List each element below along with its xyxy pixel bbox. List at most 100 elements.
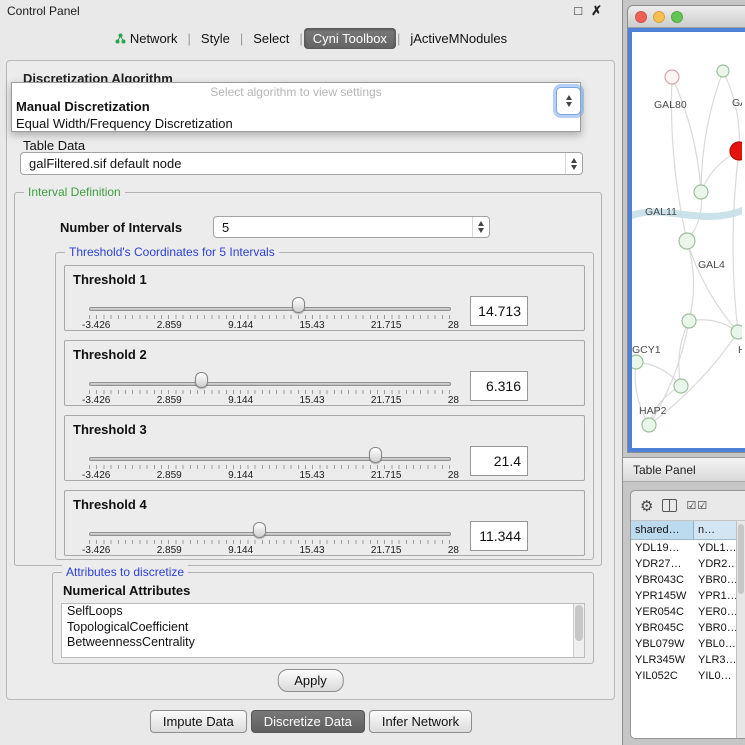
algorithm-combo-button[interactable] — [556, 87, 581, 115]
zoom-traffic-light-icon[interactable] — [671, 11, 683, 23]
network-canvas-svg: GAL80GAGAL11GAL4GCY1HHAP2 — [632, 32, 742, 450]
node-label: GA — [732, 97, 742, 109]
slider-thumb[interactable] — [292, 297, 305, 313]
network-node[interactable] — [674, 379, 688, 393]
threshold-slider[interactable]: -3.4262.8599.14415.4321.71528 — [89, 371, 451, 405]
network-edge — [733, 151, 739, 332]
select-columns-icons[interactable]: ☑☑ — [686, 499, 708, 512]
threshold-slider[interactable]: -3.4262.8599.14415.4321.71528 — [89, 446, 451, 480]
tab-style[interactable]: Style — [192, 28, 239, 49]
right-panel: GAL80GAGAL11GAL4GCY1HHAP2 Table Panel ⚙ … — [623, 0, 745, 745]
float-window-icon[interactable]: □ — [574, 3, 582, 19]
network-node[interactable] — [731, 325, 742, 339]
close-traffic-light-icon[interactable] — [635, 11, 647, 23]
slider-track — [89, 307, 451, 311]
scale-label: 28 — [448, 395, 459, 406]
list-item-betweennesscentrality[interactable]: BetweennessCentrality — [62, 635, 584, 651]
tab-cyni-toolbox[interactable]: Cyni Toolbox — [304, 28, 396, 49]
scale-label: 15.43 — [300, 470, 325, 481]
tab-discretize-data[interactable]: Discretize Data — [251, 710, 365, 733]
table-row[interactable]: YBR045CYBR0… — [631, 620, 736, 636]
network-node[interactable] — [682, 314, 696, 328]
network-icon — [115, 33, 126, 44]
window-buttons: □ ✗ — [574, 3, 602, 19]
network-node[interactable] — [730, 142, 742, 160]
scale-label: -3.426 — [82, 395, 110, 406]
table-row[interactable]: YBR043CYBR0… — [631, 572, 736, 588]
column-header-0[interactable]: shared… — [631, 521, 694, 539]
slider-ticks — [89, 540, 451, 544]
columns-icon[interactable] — [662, 499, 677, 512]
scale-label: 21.715 — [371, 545, 402, 556]
slider-thumb[interactable] — [195, 372, 208, 388]
threshold-slider[interactable]: -3.4262.8599.14415.4321.71528 — [89, 296, 451, 330]
tab-network[interactable]: Network — [106, 28, 187, 49]
tab-impute-data[interactable]: Impute Data — [150, 710, 247, 733]
table-data-label: Table Data — [23, 138, 85, 153]
threshold-value-field[interactable]: 14.713 — [470, 296, 528, 326]
threshold-slider[interactable]: -3.4262.8599.14415.4321.71528 — [89, 521, 451, 555]
combo-up-arrow-icon — [566, 95, 572, 100]
num-intervals-combo[interactable]: 5 — [213, 216, 490, 238]
table-row[interactable]: YDL19…YDL1… — [631, 540, 736, 556]
threshold-value-field[interactable]: 6.316 — [470, 371, 528, 401]
network-node[interactable] — [642, 418, 656, 432]
network-edge — [701, 71, 723, 192]
table-row[interactable]: YBL079WYBL0… — [631, 636, 736, 652]
tab-select[interactable]: Select — [244, 28, 298, 49]
network-node[interactable] — [632, 355, 643, 369]
top-tab-bar: Network|Style|Select|Cyni Toolbox|jActiv… — [0, 26, 622, 50]
window-title: Control Panel — [7, 4, 80, 18]
thresholds-legend: Threshold's Coordinates for 5 Intervals — [65, 245, 279, 259]
apply-button[interactable]: Apply — [277, 669, 344, 692]
table-row[interactable]: YER054CYER0… — [631, 604, 736, 620]
table-cell: YLR345W — [631, 654, 694, 666]
threshold-panel: Threshold 4 -3.4262.8599.14415.4321.71528… — [64, 490, 585, 556]
network-node[interactable] — [665, 70, 679, 84]
list-item-topologicalcoefficient[interactable]: TopologicalCoefficient — [62, 620, 584, 636]
column-header-1[interactable]: n… — [694, 521, 736, 539]
network-node[interactable] — [679, 233, 695, 249]
threshold-value-field[interactable]: 11.344 — [470, 521, 528, 551]
table-body: YDL19…YDL1…YDR27…YDR2…YBR043CYBR0…YPR145… — [631, 540, 736, 738]
table-row[interactable]: YLR345WYLR3… — [631, 652, 736, 668]
network-node[interactable] — [694, 185, 708, 199]
table-cell: YBL0… — [694, 638, 736, 650]
scrollbar-thumb[interactable] — [575, 605, 583, 641]
table-cell: YDL19… — [631, 542, 694, 554]
checkbox-icon: ☑ — [697, 500, 708, 512]
tab-jactivemnodules[interactable]: jActiveMNodules — [401, 28, 516, 49]
minimize-traffic-light-icon[interactable] — [653, 11, 665, 23]
gear-icon[interactable]: ⚙ — [640, 497, 653, 515]
table-cell: YBL079W — [631, 638, 694, 650]
numerical-attributes-list: SelfLoopsTopologicalCoefficientBetweenne… — [61, 603, 585, 658]
node-label: GAL11 — [645, 206, 677, 218]
table-panel-title: Table Panel — [633, 463, 696, 477]
network-edge — [687, 241, 694, 321]
table-row[interactable]: YDR27…YDR2… — [631, 556, 736, 572]
table-scrollbar[interactable] — [736, 521, 745, 738]
scrollbar-thumb[interactable] — [738, 524, 744, 594]
close-icon[interactable]: ✗ — [591, 3, 602, 19]
algorithm-option-manual-discretization[interactable]: Manual Discretization — [12, 98, 580, 115]
threshold-value-field[interactable]: 21.4 — [470, 446, 528, 476]
attributes-scrollbar[interactable] — [573, 604, 584, 657]
table-row[interactable]: YPR145WYPR1… — [631, 588, 736, 604]
table-row[interactable]: YIL052CYIL0… — [631, 668, 736, 684]
node-label: H — [738, 344, 742, 356]
tab-infer-network[interactable]: Infer Network — [369, 710, 472, 733]
slider-thumb[interactable] — [369, 447, 382, 463]
num-intervals-value: 5 — [214, 220, 472, 235]
table-panel-titlebar: Table Panel — [623, 457, 745, 482]
slider-thumb[interactable] — [253, 522, 266, 538]
slider-ticks — [89, 465, 451, 469]
table-window: ⚙ ☑☑ shared…n… YDL19…YDL1…YDR27…YDR2…YBR… — [630, 490, 745, 739]
network-node[interactable] — [717, 65, 729, 77]
list-item-selfloops[interactable]: SelfLoops — [62, 604, 584, 620]
algorithm-option-equal-width-frequency-discretization[interactable]: Equal Width/Frequency Discretization — [12, 115, 580, 132]
table-data-combo[interactable]: galFiltered.sif default node — [20, 152, 583, 175]
table-cell: YLR3… — [694, 654, 736, 666]
network-canvas[interactable]: GAL80GAGAL11GAL4GCY1HHAP2 — [628, 28, 745, 452]
threshold-label: Threshold 4 — [73, 497, 147, 512]
scale-label: 28 — [448, 545, 459, 556]
